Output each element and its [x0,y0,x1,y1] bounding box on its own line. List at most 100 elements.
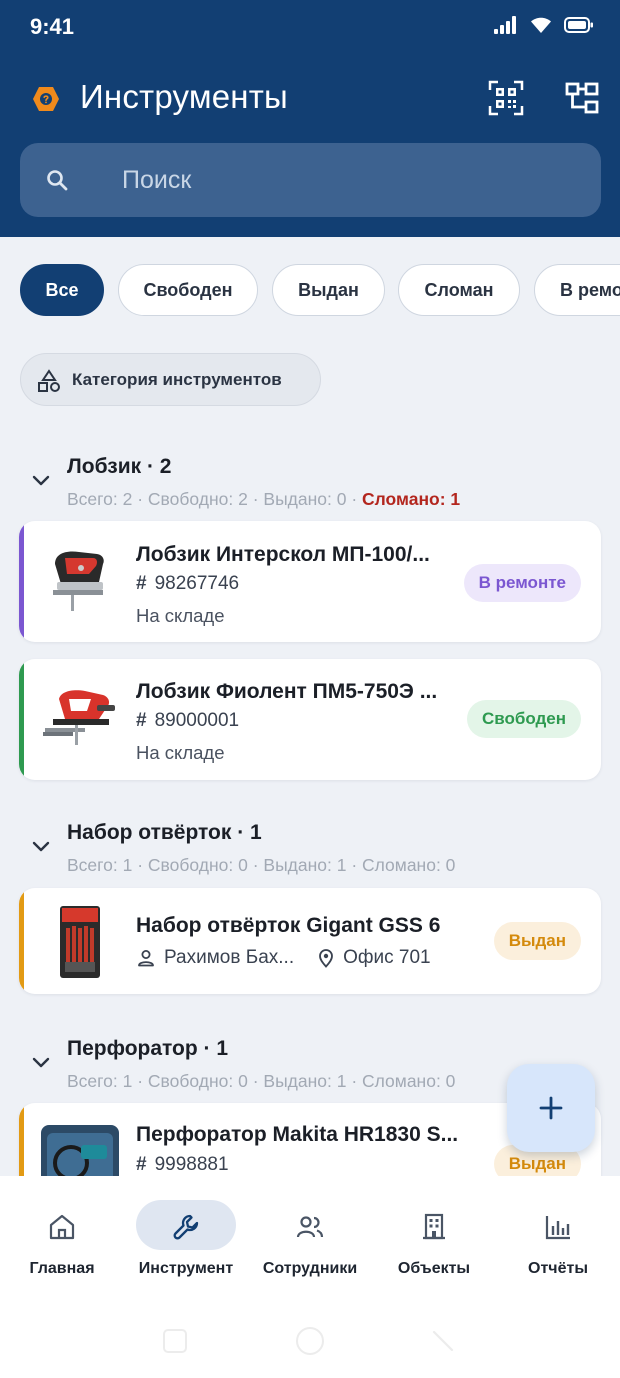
status-accent-bar [19,521,24,642]
plus-icon [539,1096,563,1120]
stats-broken: Сломано: 0 [362,1071,456,1091]
tool-name: Набор отвёрток Gigant GSS 6 [136,914,441,937]
shapes-icon [38,369,60,392]
nav-label: Объекты [397,1260,471,1277]
tool-name: Лобзик Интерскол МП-100/... [136,543,430,566]
tool-number: # 89000001 [136,710,239,732]
stats-total: Всего: 1 [67,1071,133,1091]
location-pin-icon [319,949,334,968]
people-icon [296,1216,324,1238]
wifi-icon [531,17,551,33]
status-time: 9:41 [30,14,75,39]
status-accent-bar [19,888,24,994]
inventory-number: 98267746 [154,573,240,594]
filter-chip-issued[interactable]: Выдан [272,264,385,316]
status-bar: 9:41 [0,0,620,56]
inventory-number: 89000001 [154,710,240,731]
status-filter-chips: Все Свободен Выдан Сломан В ремонте [20,264,620,318]
stats-broken: Сломано: 1 [362,489,461,509]
filter-chip-all[interactable]: Все [20,264,104,316]
nav-home[interactable]: Главная [0,1200,124,1280]
tool-name: Лобзик Фиолент ПМ5-750Э ... [136,680,438,703]
tool-location: На складе [136,605,225,626]
tool-card[interactable]: Лобзик Фиолент ПМ5-750Э ... # 89000001 Н… [19,659,601,780]
category-filter-label: Категория инструментов [72,370,282,389]
stats-free: Свободно: 0 [147,1071,248,1091]
nav-label: Инструмент [138,1260,234,1277]
filter-chip-free[interactable]: Свободен [118,264,258,316]
stats-issued: Выдано: 1 [263,855,347,875]
jigsaw-photo-icon [41,542,119,620]
recent-apps-icon[interactable] [160,1326,190,1356]
nav-label: Главная [29,1260,95,1277]
home-circle-icon[interactable] [294,1325,326,1357]
stats-issued: Выдано: 1 [263,1071,347,1091]
screwdriver-set-photo-icon [41,904,119,982]
back-icon[interactable] [428,1326,458,1356]
stats-issued: Выдано: 0 [263,489,347,509]
group-title: Перфоратор · 1 [67,1037,229,1060]
tool-card[interactable]: Лобзик Интерскол МП-100/... # 98267746 Н… [19,521,601,642]
nav-tools[interactable]: Инструмент [124,1200,248,1280]
status-badge: В ремонте [463,564,581,602]
page-title: Инструменты [80,78,288,115]
hash-icon: # [136,710,147,731]
hash-icon: # [136,1154,147,1175]
tool-name: Перфоратор Makita HR1830 S... [136,1123,459,1146]
group-header-screwdriver-set[interactable]: Набор отвёрток · 1 Всего: 1 · Свободно: … [0,821,620,881]
category-filter-button[interactable]: Категория инструментов [20,353,321,406]
group-stats: Всего: 1 · Свободно: 0 · Выдано: 1 · Сло… [67,1071,456,1091]
place-name: Офис 701 [343,947,431,968]
tool-number: # 98267746 [136,573,239,595]
person-icon [138,950,154,967]
status-badge: Свободен [466,700,581,738]
status-accent-bar [19,659,24,780]
filter-chip-broken[interactable]: Сломан [398,264,520,316]
app-logo-icon [33,87,59,111]
group-header-jigsaw[interactable]: Лобзик · 2 Всего: 2 · Свободно: 2 · Выда… [0,455,620,515]
add-tool-button[interactable] [507,1064,595,1152]
tool-card[interactable]: Набор отвёрток Gigant GSS 6 Рахимов Бах.… [19,888,601,994]
app-header: 9:41 Инструменты Поиск [0,0,620,237]
chevron-down-icon[interactable] [30,835,52,857]
chevron-down-icon[interactable] [30,469,52,491]
qr-scan-icon[interactable] [488,80,524,116]
home-icon [49,1214,75,1240]
tool-number: # 9998881 [136,1154,229,1176]
status-badge: Выдан [493,922,581,960]
stats-broken: Сломано: 0 [362,855,456,875]
stats-free: Свободно: 2 [147,489,248,509]
battery-icon [564,17,593,33]
holder-name: Рахимов Бах... [164,947,295,968]
jigsaw-photo-icon [41,681,119,759]
stats-free: Свободно: 0 [147,855,248,875]
group-title: Лобзик · 2 [67,455,172,478]
nav-employees[interactable]: Сотрудники [248,1200,372,1280]
search-input[interactable]: Поиск [20,143,601,217]
tool-holder-row: Рахимов Бах... Офис 701 [136,947,431,969]
chevron-down-icon[interactable] [30,1051,52,1073]
bar-chart-icon [545,1216,570,1240]
stats-total: Всего: 2 [67,489,133,509]
title-row: Инструменты [0,72,620,126]
group-stats: Всего: 2 · Свободно: 2 · Выдано: 0 · Сло… [67,489,461,509]
group-title: Набор отвёрток · 1 [67,821,262,844]
signal-icon [494,16,516,34]
hierarchy-icon[interactable] [564,80,600,116]
search-placeholder: Поиск [122,166,192,194]
hash-icon: # [136,573,147,594]
group-stats: Всего: 1 · Свободно: 0 · Выдано: 1 · Сло… [67,855,456,875]
nav-label: Сотрудники [262,1260,358,1277]
nav-reports[interactable]: Отчёты [496,1200,620,1280]
search-icon [47,170,68,191]
filter-chip-repair[interactable]: В ремонте [534,264,620,316]
inventory-number: 9998881 [154,1154,229,1175]
nav-objects[interactable]: Объекты [372,1200,496,1280]
tool-location: На складе [136,742,225,763]
system-navigation-bar [0,1300,620,1378]
nav-label: Отчёты [528,1260,588,1277]
wrench-icon [173,1214,199,1240]
stats-total: Всего: 1 [67,855,133,875]
status-icons [494,16,594,34]
building-icon [423,1213,445,1240]
